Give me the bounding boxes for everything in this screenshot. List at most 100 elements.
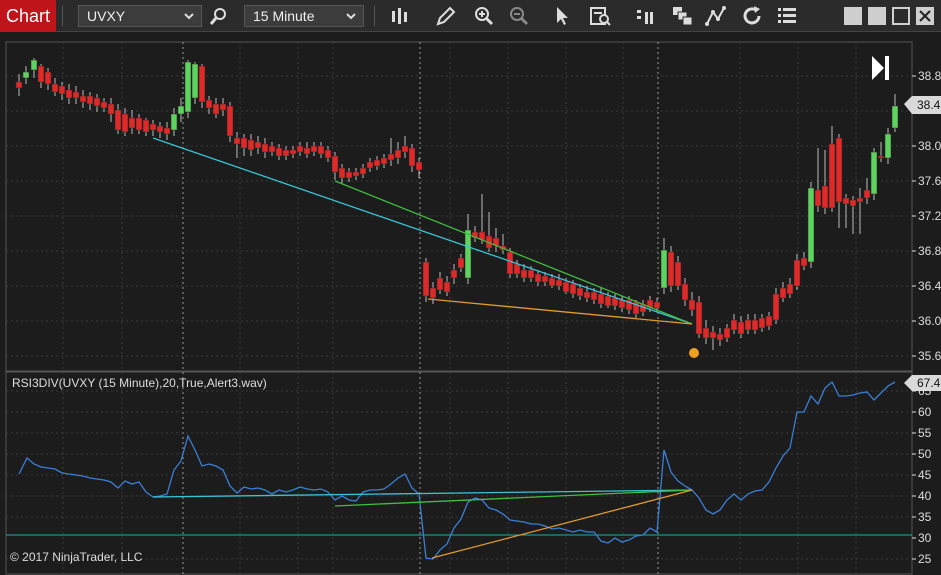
candle-body xyxy=(520,269,528,279)
candlesticks xyxy=(15,58,899,350)
candle-body xyxy=(758,317,766,329)
properties-icon[interactable] xyxy=(775,4,799,28)
price-tick-label: 37.2 xyxy=(918,209,941,223)
scroll-to-end-icon[interactable] xyxy=(872,56,889,80)
last-price-marker: 38.4 xyxy=(904,96,941,114)
candle-body xyxy=(107,103,115,115)
candle-body xyxy=(856,197,864,203)
chevron-down-icon xyxy=(346,13,356,20)
candle-body xyxy=(716,333,724,341)
last-price-label: 38.4 xyxy=(917,98,941,112)
candle-body xyxy=(65,89,73,99)
candle-body xyxy=(338,167,346,179)
candle-body xyxy=(373,159,381,167)
candle-body xyxy=(345,171,353,179)
candle-body xyxy=(793,259,801,287)
candle-body xyxy=(695,301,703,335)
search-icon[interactable] xyxy=(207,4,231,28)
price-tick-label: 38.0 xyxy=(918,139,941,153)
candle-body xyxy=(401,145,409,153)
candle-body xyxy=(730,319,738,331)
candle-body xyxy=(457,257,465,269)
strategy-icon[interactable] xyxy=(704,4,728,28)
instrument-selector[interactable]: UVXY xyxy=(78,5,202,27)
close-button[interactable] xyxy=(916,7,934,25)
chevron-down-icon xyxy=(184,13,194,20)
candle-body xyxy=(303,147,311,155)
chart-style-icon[interactable] xyxy=(633,4,657,28)
candle-body xyxy=(240,137,248,149)
rsi-tick-label: 30 xyxy=(918,531,932,545)
tile-window-button-2[interactable] xyxy=(868,7,886,25)
last-rsi-label: 67.4 xyxy=(917,376,941,390)
indicator-label: RSI3DIV(UVXY (15 Minute),20,True,Alert3.… xyxy=(12,376,267,390)
candle-body xyxy=(275,147,283,157)
zoom-in-icon[interactable] xyxy=(472,4,496,28)
rsi-tick-label: 55 xyxy=(918,426,932,440)
candle-body xyxy=(681,283,689,301)
candle-body xyxy=(324,149,332,159)
pointer-icon[interactable] xyxy=(550,4,574,28)
candle-body xyxy=(569,283,577,295)
close-icon xyxy=(919,10,931,22)
bars-icon[interactable] xyxy=(388,4,412,28)
candle-body xyxy=(289,149,297,155)
candle-body xyxy=(359,167,367,175)
candle-body xyxy=(233,137,241,145)
candle-body xyxy=(15,81,23,89)
data-box-icon[interactable] xyxy=(588,4,612,28)
candle-body xyxy=(247,139,255,151)
alert-dot xyxy=(689,348,699,358)
refresh-icon[interactable] xyxy=(740,4,764,28)
interval-selector[interactable]: 15 Minute xyxy=(244,5,364,27)
rsi-tick-label: 50 xyxy=(918,447,932,461)
candle-body xyxy=(534,273,542,283)
chart-area[interactable]: 38.8 38.0 37.6 37.2 36.8 36.4 36.0 35.6 … xyxy=(0,38,941,575)
candle-body xyxy=(268,145,276,153)
price-tick-label: 38.8 xyxy=(918,69,941,83)
tile-window-button[interactable] xyxy=(844,7,862,25)
candle-body xyxy=(450,269,458,279)
candle-body xyxy=(821,185,829,209)
candle-body xyxy=(205,99,213,109)
maximize-button[interactable] xyxy=(892,7,910,25)
indicator-axis: 65 60 55 50 45 40 35 30 25 xyxy=(912,384,932,566)
toolbar-separator xyxy=(62,6,63,26)
copyright: © 2017 NinjaTrader, LLC xyxy=(10,550,143,564)
candle-body xyxy=(702,327,710,339)
candle-body xyxy=(408,147,416,167)
candle-body xyxy=(163,127,171,135)
candle-body xyxy=(387,153,395,161)
candle-body xyxy=(422,261,430,297)
candle-body xyxy=(527,269,535,279)
candle-body xyxy=(870,151,878,195)
candle-body xyxy=(786,283,794,295)
candle-body xyxy=(555,279,563,287)
candle-body xyxy=(541,275,549,283)
candle-body xyxy=(114,109,122,131)
candle-body xyxy=(576,287,584,297)
price-chart[interactable]: 38.8 38.0 37.6 37.2 36.8 36.4 36.0 35.6 … xyxy=(0,38,941,575)
candle-body xyxy=(135,117,143,131)
candle-body xyxy=(884,133,892,159)
indicator-panel-border xyxy=(5,371,913,575)
candle-body xyxy=(548,277,556,287)
chart-tab[interactable]: Chart xyxy=(0,0,56,32)
price-tick-label: 36.4 xyxy=(918,279,941,293)
candle-body xyxy=(352,171,360,177)
candle-body xyxy=(212,103,220,115)
rsi-tick-label: 45 xyxy=(918,468,932,482)
instrument-value: UVXY xyxy=(87,8,126,24)
candle-body xyxy=(296,145,304,153)
candle-body xyxy=(611,297,619,307)
last-rsi-marker: 67.4 xyxy=(904,375,941,391)
price-tick-label: 36.8 xyxy=(918,244,941,258)
candle-body xyxy=(37,65,45,83)
zoom-out-icon[interactable] xyxy=(507,4,531,28)
candle-body xyxy=(506,251,514,275)
order-icon[interactable] xyxy=(670,4,694,28)
candle-body xyxy=(317,145,325,155)
candle-body xyxy=(709,331,717,339)
candle-body xyxy=(429,287,437,299)
pencil-icon[interactable] xyxy=(434,4,458,28)
